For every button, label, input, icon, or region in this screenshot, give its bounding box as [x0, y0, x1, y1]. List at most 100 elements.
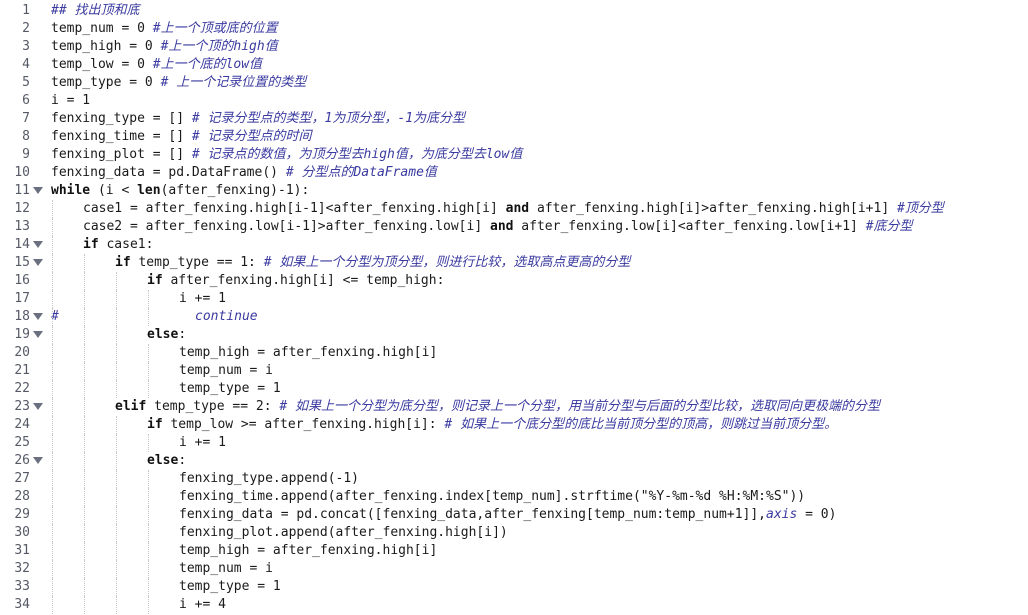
code-line[interactable]: 15 if temp_type == 1: # 如果上一个分型为顶分型，则进行比较…	[0, 254, 1028, 272]
code-line[interactable]: 29 fenxing_data = pd.concat([fenxing_data…	[0, 506, 1028, 524]
code-token: i += 4	[179, 597, 226, 612]
code-line[interactable]: 16 if after_fenxing.high[i] <= temp_high:	[0, 272, 1028, 290]
code-line[interactable]: 2 temp_num = 0 #上一个顶或底的位置	[0, 20, 1028, 38]
code-line[interactable]: 32 temp_num = i	[0, 560, 1028, 578]
indent-guide	[52, 416, 53, 434]
indent-guide	[148, 380, 149, 398]
indent-guide	[148, 488, 149, 506]
code-line[interactable]: 12 case1 = after_fenxing.high[i-1]<after_…	[0, 200, 1028, 218]
code-line[interactable]: 5 temp_type = 0 # 上一个记录位置的类型	[0, 74, 1028, 92]
code-line[interactable]: 8 fenxing_time = [] # 记录分型点的时间	[0, 128, 1028, 146]
code-line[interactable]: 34 i += 4	[0, 596, 1028, 614]
code-token: case1:	[98, 237, 154, 252]
fold-arrow-icon[interactable]	[33, 331, 43, 338]
code-text: if temp_type == 1: # 如果上一个分型为顶分型，则进行比较，选…	[115, 254, 630, 272]
code-keyword: if	[147, 417, 163, 432]
line-number: 10	[14, 165, 30, 180]
indent-guide	[52, 308, 53, 326]
indent-guide	[52, 236, 53, 254]
code-token: case2 = after_fenxing.low[i-1]>after_fen…	[83, 219, 490, 234]
code-token: fenxing_type.append(-1)	[179, 471, 360, 486]
code-line[interactable]: 20 temp_high = after_fenxing.high[i]	[0, 344, 1028, 362]
code-line[interactable]: 26 else:	[0, 452, 1028, 470]
line-number: 17	[14, 291, 30, 306]
code-line[interactable]: 24 if temp_low >= after_fenxing.high[i]: …	[0, 416, 1028, 434]
code-line[interactable]: 33 temp_type = 1	[0, 578, 1028, 596]
code-line[interactable]: 13 case2 = after_fenxing.low[i-1]>after_f…	[0, 218, 1028, 236]
indent-guide	[116, 506, 117, 524]
code-line[interactable]: 3 temp_high = 0 #上一个顶的high值	[0, 38, 1028, 56]
line-number: 23	[14, 399, 30, 414]
code-line[interactable]: 23 elif temp_type == 2: # 如果上一个分型为底分型，则记录…	[0, 398, 1028, 416]
code-line[interactable]: 19 else:	[0, 326, 1028, 344]
indent-guide	[84, 254, 85, 272]
fold-arrow-icon[interactable]	[33, 241, 43, 248]
code-text: fenxing_data = pd.DataFrame() # 分型点的Data…	[51, 164, 437, 182]
code-comment: #底分型	[865, 219, 913, 234]
code-editor[interactable]: 1 ## 找出顶和底 2 temp_num = 0 #上一个顶或底的位置 3 temp_h…	[0, 0, 1028, 615]
code-token: fenxing_time.append(after_fenxing.index[…	[179, 489, 806, 504]
code-comment: # 记录分型点的类型，1为顶分型，-1为底分型	[191, 111, 466, 126]
line-number: 15	[14, 255, 30, 270]
code-token: temp_type == 2:	[146, 399, 280, 414]
code-line[interactable]: 1 ## 找出顶和底	[0, 2, 1028, 20]
code-line[interactable]: 17 i += 1	[0, 290, 1028, 308]
indent-guide	[116, 560, 117, 578]
line-number: 5	[22, 75, 30, 90]
indent-guide	[52, 218, 53, 236]
line-number: 27	[14, 471, 30, 486]
code-keyword: while	[51, 183, 91, 198]
code-line[interactable]: 28 fenxing_time.append(after_fenxing.inde…	[0, 488, 1028, 506]
indent-guide	[148, 308, 149, 326]
code-line[interactable]: 10 fenxing_data = pd.DataFrame() # 分型点的Da…	[0, 164, 1028, 182]
code-line[interactable]: 22 temp_type = 1	[0, 380, 1028, 398]
code-text: temp_num = 0 #上一个顶或底的位置	[51, 20, 278, 38]
code-text: temp_type = 1	[179, 380, 281, 398]
fold-arrow-icon[interactable]	[33, 457, 43, 464]
line-number: 29	[14, 507, 30, 522]
fold-arrow-icon[interactable]	[33, 403, 43, 410]
fold-arrow-icon[interactable]	[33, 187, 43, 194]
code-line[interactable]: 25 i += 1	[0, 434, 1028, 452]
code-token: (after_fenxing)-1):	[160, 183, 310, 198]
code-line[interactable]: 27 fenxing_type.append(-1)	[0, 470, 1028, 488]
code-line[interactable]: 6 i = 1	[0, 92, 1028, 110]
indent-guide	[52, 542, 53, 560]
code-line[interactable]: 9 fenxing_plot = [] # 记录点的数值，为顶分型去high值，为…	[0, 146, 1028, 164]
indent-guide	[84, 344, 85, 362]
code-token: fenxing_data = pd.DataFrame()	[51, 165, 286, 180]
indent-guide	[84, 272, 85, 290]
code-line[interactable]: 14 if case1:	[0, 236, 1028, 254]
code-text: fenxing_plot = [] # 记录点的数值，为顶分型去high值，为底…	[51, 146, 522, 164]
indent-guide	[84, 308, 85, 326]
code-line[interactable]: 7 fenxing_type = [] # 记录分型点的类型，1为顶分型，-1为底…	[0, 110, 1028, 128]
fold-arrow-icon[interactable]	[33, 313, 43, 320]
indent-guide	[84, 578, 85, 596]
indent-guide	[84, 470, 85, 488]
code-line[interactable]: 30 fenxing_plot.append(after_fenxing.high…	[0, 524, 1028, 542]
code-token: case1 = after_fenxing.high[i-1]<after_fe…	[83, 201, 506, 216]
indent-guide	[116, 524, 117, 542]
code-line[interactable]: 11 while (i < len(after_fenxing)-1):	[0, 182, 1028, 200]
code-line[interactable]: 18 # continue	[0, 308, 1028, 326]
code-line[interactable]: 21 temp_num = i	[0, 362, 1028, 380]
code-line[interactable]: 31 temp_high = after_fenxing.high[i]	[0, 542, 1028, 560]
indent-guide	[148, 596, 149, 614]
code-text: temp_num = i	[179, 560, 273, 578]
line-number: 4	[22, 57, 30, 72]
indent-guide	[52, 470, 53, 488]
indent-guide	[116, 416, 117, 434]
code-keyword: and	[490, 219, 514, 234]
code-text: fenxing_time = [] # 记录分型点的时间	[51, 128, 312, 146]
line-number: 3	[22, 39, 30, 54]
line-number: 19	[14, 327, 30, 342]
indent-guide	[84, 542, 85, 560]
indent-guide	[84, 380, 85, 398]
code-text: temp_low = 0 #上一个底的low值	[51, 56, 262, 74]
fold-arrow-icon[interactable]	[33, 259, 43, 266]
line-number: 28	[14, 489, 30, 504]
indent-guide	[148, 524, 149, 542]
line-number: 11	[14, 183, 30, 198]
code-line[interactable]: 4 temp_low = 0 #上一个底的low值	[0, 56, 1028, 74]
indent-guide	[148, 344, 149, 362]
